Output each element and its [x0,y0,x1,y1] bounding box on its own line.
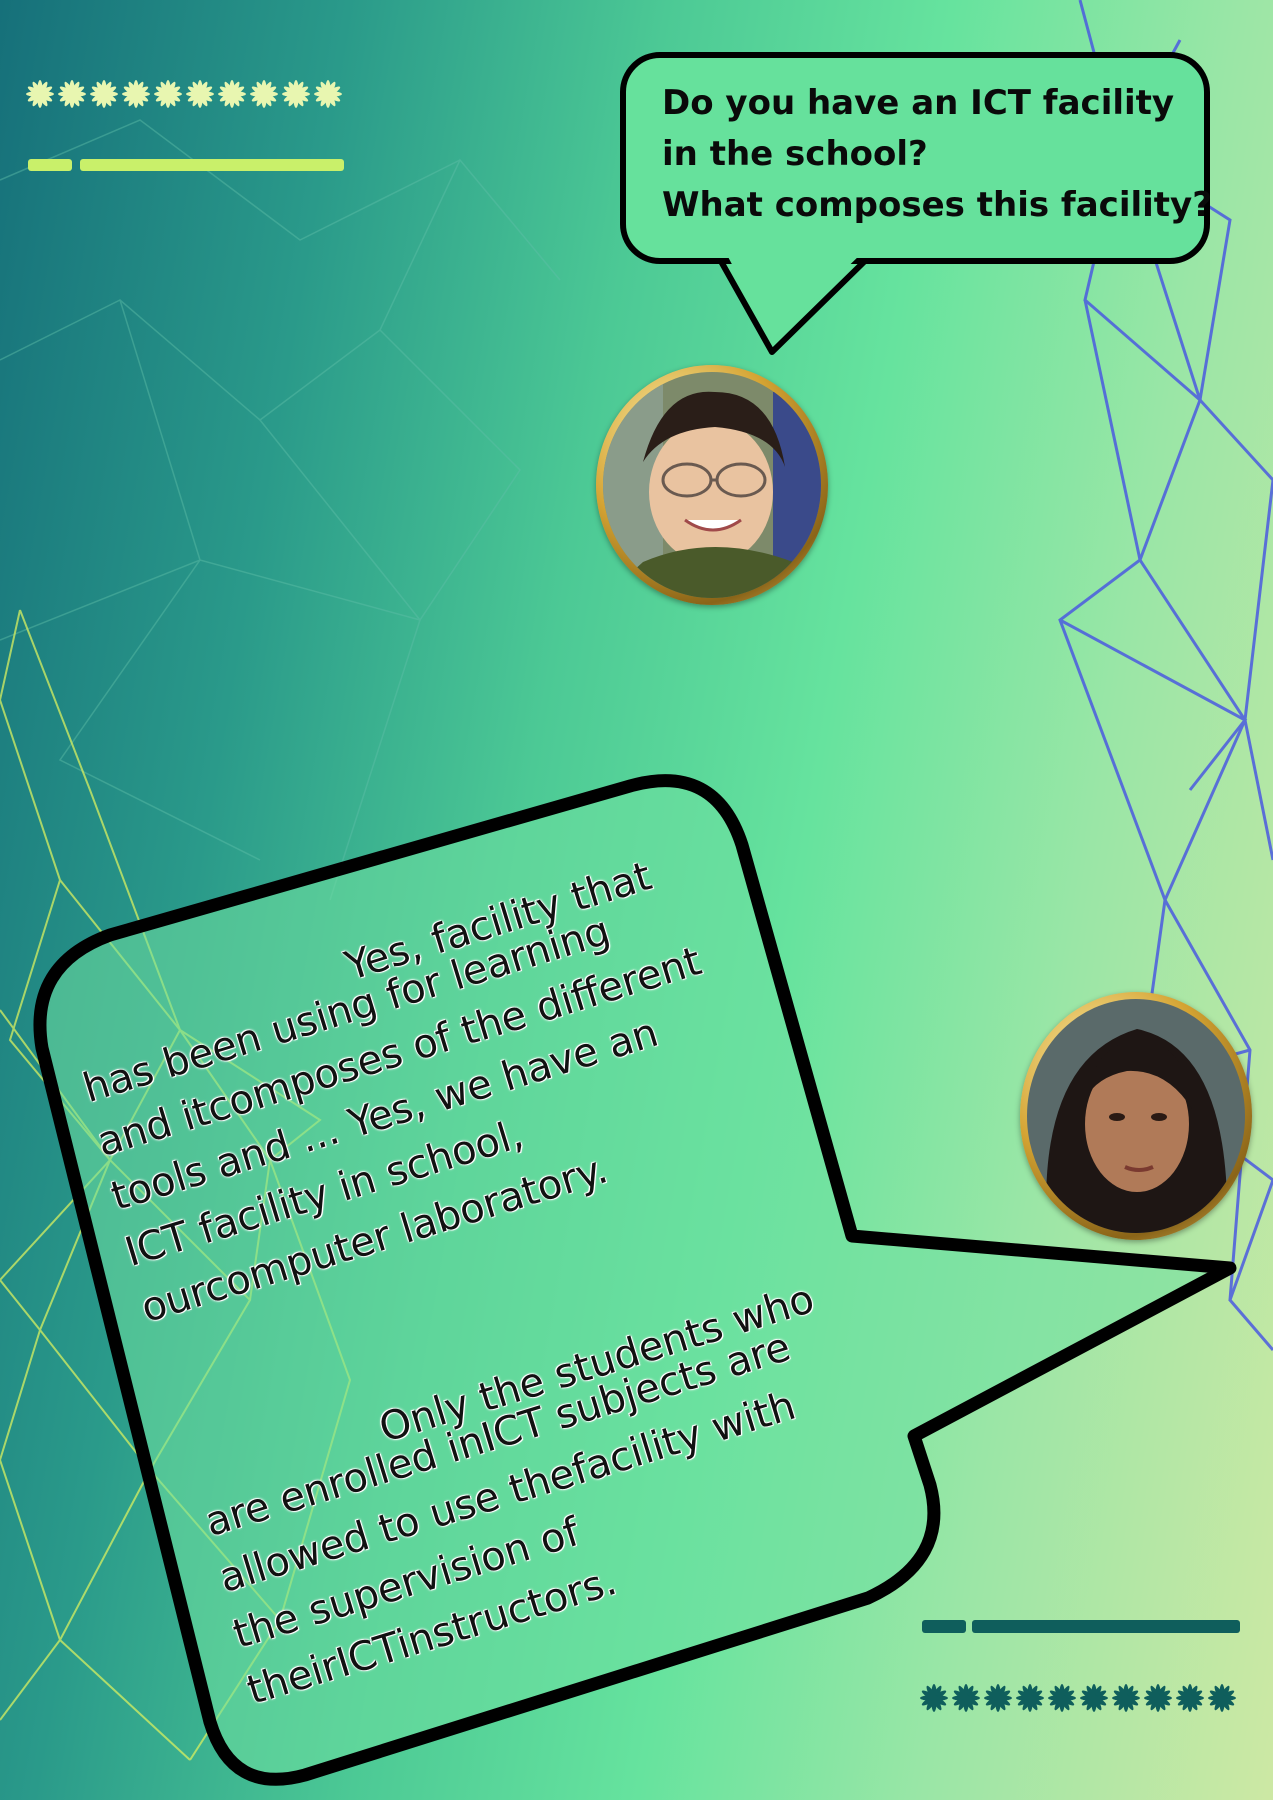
poster: Do you have an ICT facility in the schoo… [0,0,1273,1800]
student-photo [1027,999,1245,1233]
answer-bubble [33,774,1237,1786]
student-avatar [1020,992,1252,1240]
